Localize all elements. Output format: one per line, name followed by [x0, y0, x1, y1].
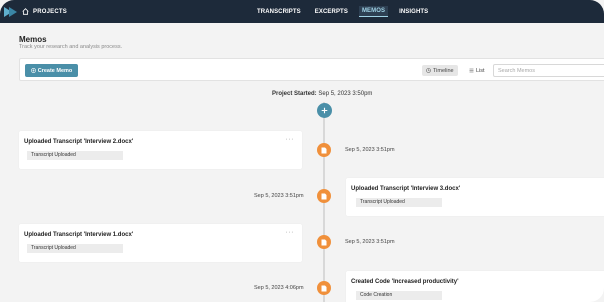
memo-card[interactable]: Created Code 'Increased productivity' Co… [346, 271, 604, 302]
create-memo-label: Create Memo [37, 67, 73, 74]
app-frame: PROJECTS TRANSCRIPTS EXCERPTS MEMOS INSI… [0, 0, 604, 302]
search-memos-input[interactable] [493, 64, 604, 77]
clock-icon [426, 68, 431, 73]
memo-time: Sep 5, 2023 3:51pm [254, 193, 304, 199]
document-icon[interactable] [317, 281, 331, 295]
memo-title: Uploaded Transcript 'Interview 1.docx' [24, 232, 134, 238]
tab-excerpts[interactable]: EXCERPTS [312, 7, 351, 17]
timeline-view-button[interactable]: Timeline [422, 65, 458, 76]
main-tabs: TRANSCRIPTS EXCERPTS MEMOS INSIGHTS [254, 0, 431, 23]
memo-card[interactable]: Uploaded Transcript 'Interview 2.docx' T… [19, 131, 302, 169]
more-options-button[interactable]: ··· [286, 136, 295, 143]
list-view-label: List [476, 67, 485, 74]
memo-card[interactable]: Uploaded Transcript 'Interview 1.docx' T… [19, 224, 302, 262]
project-started-time: Sep 5, 2023 3:50pm [318, 91, 373, 97]
logo-icon[interactable] [4, 6, 18, 17]
memo-title: Uploaded Transcript 'Interview 3.docx' [351, 186, 461, 192]
memo-time: Sep 5, 2023 3:51pm [345, 147, 395, 153]
page-subtitle: Track your research and analysis process… [19, 44, 123, 50]
document-icon[interactable] [317, 235, 331, 249]
projects-link[interactable]: PROJECTS [33, 9, 67, 15]
plus-circle-icon [30, 68, 36, 73]
tab-transcripts[interactable]: TRANSCRIPTS [254, 7, 304, 17]
memo-time: Sep 5, 2023 3:51pm [345, 239, 395, 245]
memo-tag: Transcript Uploaded [27, 244, 123, 253]
timeline-view-label: Timeline [433, 67, 454, 74]
create-memo-button[interactable]: Create Memo [25, 64, 78, 77]
add-memo-button[interactable] [317, 103, 332, 118]
memo-title: Created Code 'Increased productivity' [351, 279, 459, 285]
home-icon[interactable] [22, 8, 29, 15]
list-view-button[interactable]: List [465, 65, 489, 76]
more-options-button[interactable]: ··· [286, 229, 295, 236]
list-icon [469, 68, 474, 73]
tab-insights[interactable]: INSIGHTS [396, 7, 431, 17]
memo-time: Sep 5, 2023 4:06pm [254, 285, 304, 291]
memo-card[interactable]: Uploaded Transcript 'Interview 3.docx' T… [346, 178, 604, 216]
document-icon[interactable] [317, 189, 331, 203]
memo-toolbar: Create Memo Timeline List [19, 58, 604, 81]
page-title: Memos [19, 35, 47, 44]
memo-tag: Transcript Uploaded [27, 151, 123, 160]
document-icon[interactable] [317, 143, 331, 157]
tab-memos[interactable]: MEMOS [358, 6, 389, 17]
project-started-label: Project Started: [272, 91, 317, 97]
project-started: Project Started: Sep 5, 2023 3:50pm [272, 91, 372, 97]
top-nav: PROJECTS TRANSCRIPTS EXCERPTS MEMOS INSI… [0, 0, 604, 23]
plus-icon [321, 107, 328, 114]
memo-title: Uploaded Transcript 'Interview 2.docx' [24, 139, 134, 145]
memo-tag: Transcript Uploaded [356, 198, 442, 207]
memo-tag: Code Creation [356, 291, 442, 300]
brand: PROJECTS [4, 5, 67, 18]
